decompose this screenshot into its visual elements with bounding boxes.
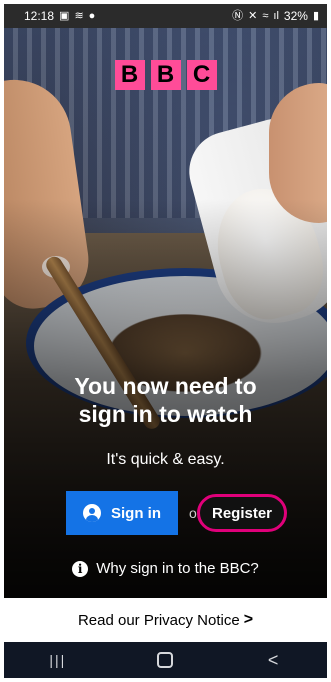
register-label: Register — [211, 504, 273, 522]
chevron-right-icon: > — [243, 611, 254, 628]
home-icon — [157, 652, 174, 668]
signal-icon: ıl — [273, 9, 279, 22]
title-line-1: You now need to — [74, 373, 257, 399]
wifi-icon: ≈ — [262, 9, 269, 22]
page-title: You now need to sign in to watch — [4, 372, 327, 428]
recents-button[interactable]: ||| — [28, 642, 88, 678]
spotify-icon: ● — [88, 9, 96, 22]
image-icon: ▣ — [59, 9, 70, 22]
logo-letter: B — [114, 60, 145, 90]
back-button[interactable]: < — [243, 642, 303, 678]
user-icon — [83, 504, 101, 522]
back-icon: < — [267, 649, 279, 670]
logo-letter: C — [186, 60, 217, 90]
logo-letter: B — [150, 60, 181, 90]
sign-in-button[interactable]: Sign in — [66, 491, 178, 535]
privacy-label: Read our Privacy Notice — [77, 611, 240, 629]
nfc-icon: Ⓝ — [232, 9, 244, 22]
bbc-logo: B B C — [114, 60, 217, 90]
info-icon: i — [72, 560, 89, 577]
subtitle: It's quick & easy. — [106, 451, 225, 468]
sign-in-label: Sign in — [111, 504, 161, 522]
phone-screen: 12:18 ▣ ≋ ● Ⓝ ✕ ≈ ıl 32% ▮ B B C You now… — [4, 4, 327, 678]
battery-percent: 32% — [283, 9, 308, 23]
title-line-2: sign in to watch — [78, 401, 253, 427]
battery-icon: ▮ — [312, 9, 319, 22]
recents-icon: ||| — [49, 652, 67, 668]
why-sign-in-link[interactable]: i Why sign in to the BBC? — [4, 560, 327, 577]
system-nav-bar: ||| < — [4, 642, 327, 678]
status-bar: 12:18 ▣ ≋ ● Ⓝ ✕ ≈ ıl 32% ▮ — [4, 4, 327, 28]
hero-image: B B C You now need to sign in to watch I… — [4, 28, 327, 598]
privacy-notice-link[interactable]: Read our Privacy Notice > — [4, 598, 327, 642]
clock: 12:18 — [24, 9, 55, 23]
why-sign-in-label: Why sign in to the BBC? — [96, 560, 259, 577]
home-button[interactable] — [135, 642, 195, 678]
mute-icon: ✕ — [248, 9, 258, 22]
register-button[interactable]: Register — [197, 494, 287, 532]
cast-icon: ≋ — [74, 9, 84, 22]
